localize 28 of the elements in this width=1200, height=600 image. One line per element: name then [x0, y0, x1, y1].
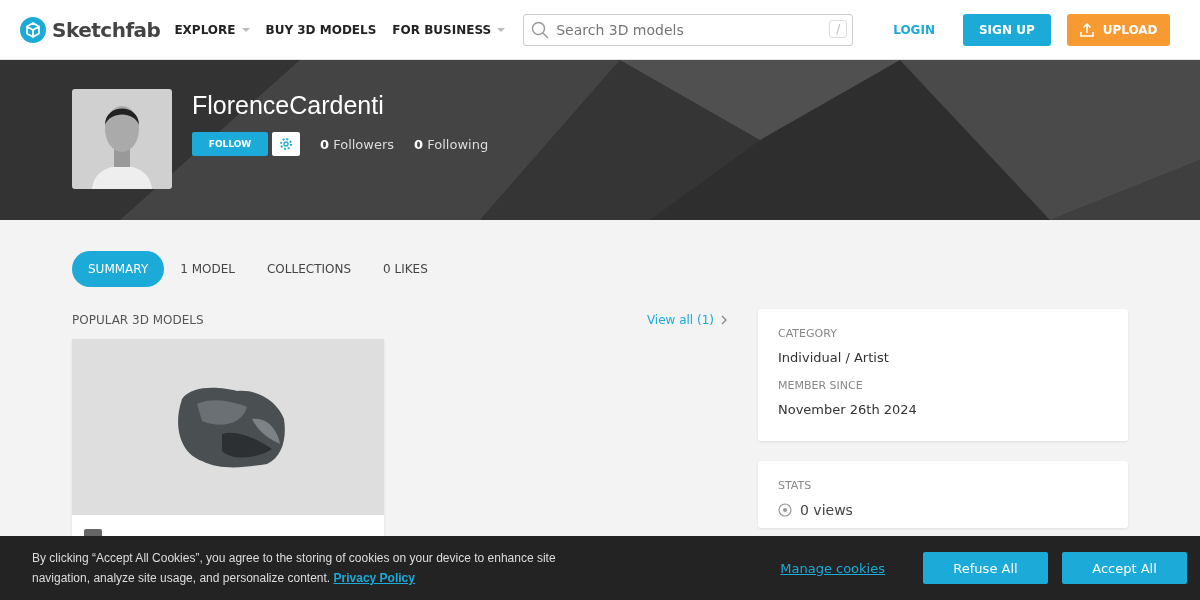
settings-button[interactable] — [272, 132, 300, 156]
info-label: MEMBER SINCE — [778, 379, 864, 392]
username: FlorenceCardenti — [192, 91, 385, 120]
manage-cookies-link[interactable]: Manage cookies — [780, 560, 885, 576]
nav-link[interactable]: BUY 3D MODELS — [265, 22, 377, 37]
profile-tab[interactable]: 1 MODEL — [164, 251, 251, 287]
nav-link[interactable]: EXPLORE — [174, 22, 250, 37]
info-value: Individual / Artist — [778, 350, 890, 365]
section-title: POPULAR 3D MODELS — [72, 313, 204, 327]
views-count: 0 views — [800, 502, 853, 518]
chevron-icon — [720, 314, 728, 326]
logo-text[interactable]: Sketchfab — [52, 17, 161, 42]
stats-title: STATS — [778, 479, 813, 492]
profile-tab[interactable]: COLLECTIONS — [251, 251, 368, 287]
nav-link[interactable]: FOR BUSINESS — [392, 22, 506, 37]
info-label: CATEGORY — [778, 327, 838, 340]
profile-tab[interactable]: 0 LIKES — [367, 251, 444, 287]
settings-icon — [279, 137, 293, 151]
follow-count[interactable]: 0 Following — [414, 136, 489, 152]
follow-count[interactable]: 0 Followers — [320, 136, 395, 152]
search-icon — [531, 20, 550, 39]
privacy-policy-link[interactable]: Privacy Policy — [333, 571, 415, 585]
logo-icon — [20, 16, 46, 43]
upload-icon — [1078, 21, 1095, 38]
cookie-text: By clicking “Accept All Cookies”, you agree to the storing of cookies on your device to enhance site navigation, analyze site usage, and personalize content. Privacy Policy — [32, 550, 557, 587]
info-value: November 26th 2024 — [778, 402, 918, 417]
eye-icon — [778, 503, 792, 517]
shortcut-key: / — [829, 19, 848, 38]
